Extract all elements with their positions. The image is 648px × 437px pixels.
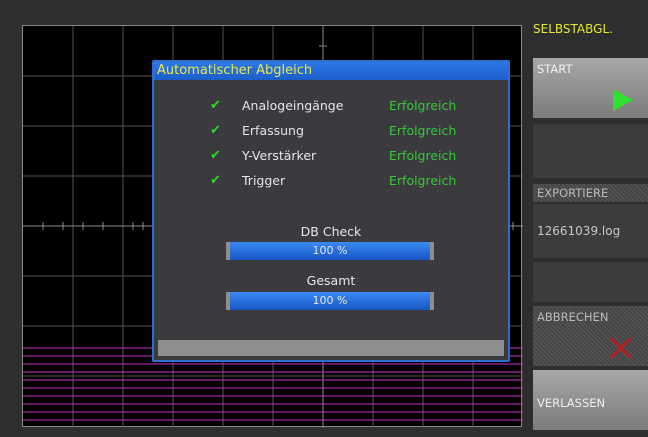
result-label: Erfassung [242,123,304,138]
cancel-button[interactable]: ABBRECHEN [533,306,648,366]
total-progress-text: 100 % [312,294,348,307]
leave-label: VERLASSEN [537,396,606,410]
result-row: ✔ Erfassung Erfolgreich [154,121,508,141]
db-check-progress-bar: 100 % [226,242,434,260]
result-status: Erfolgreich [389,148,457,163]
total-label: Gesamt [306,273,356,288]
result-row: ✔ Analogeingänge Erfolgreich [154,96,508,116]
result-status: Erfolgreich [389,123,457,138]
cancel-label: ABBRECHEN [537,310,609,324]
db-check-progress-text: 100 % [312,244,348,257]
empty-softkey-2 [533,262,648,302]
play-icon [613,89,633,111]
check-icon: ✔ [210,173,221,188]
check-icon: ✔ [210,123,221,138]
check-icon: ✔ [210,148,221,163]
export-file-area: 12661039.log [533,204,648,258]
start-label: START [537,62,573,76]
db-check-label: DB Check [300,224,362,239]
result-label: Analogeingänge [242,98,344,113]
check-icon: ✔ [210,98,221,113]
start-button[interactable]: START [533,58,648,118]
dialog-footer [158,340,504,356]
leave-button[interactable]: VERLASSEN [533,370,648,430]
cancel-x-icon [609,336,633,360]
export-button[interactable]: EXPORTIERE [533,184,648,202]
dialog-title: Automatischer Abgleich [154,62,508,80]
result-row: ✔ Trigger Erfolgreich [154,171,508,191]
total-progress-bar: 100 % [226,292,434,310]
result-label: Trigger [242,173,286,188]
empty-softkey-1 [533,124,648,178]
oscilloscope-screen: Automatischer Abgleich ✔ Analogeingänge … [0,0,648,437]
result-label: Y-Verstärker [242,148,317,163]
export-label: EXPORTIERE [537,186,609,200]
result-status: Erfolgreich [389,98,457,113]
auto-calibration-dialog: Automatischer Abgleich ✔ Analogeingänge … [152,60,510,362]
export-filename: 12661039.log [537,224,621,238]
menu-title: SELBSTABGL. [533,22,613,36]
result-row: ✔ Y-Verstärker Erfolgreich [154,146,508,166]
result-status: Erfolgreich [389,173,457,188]
